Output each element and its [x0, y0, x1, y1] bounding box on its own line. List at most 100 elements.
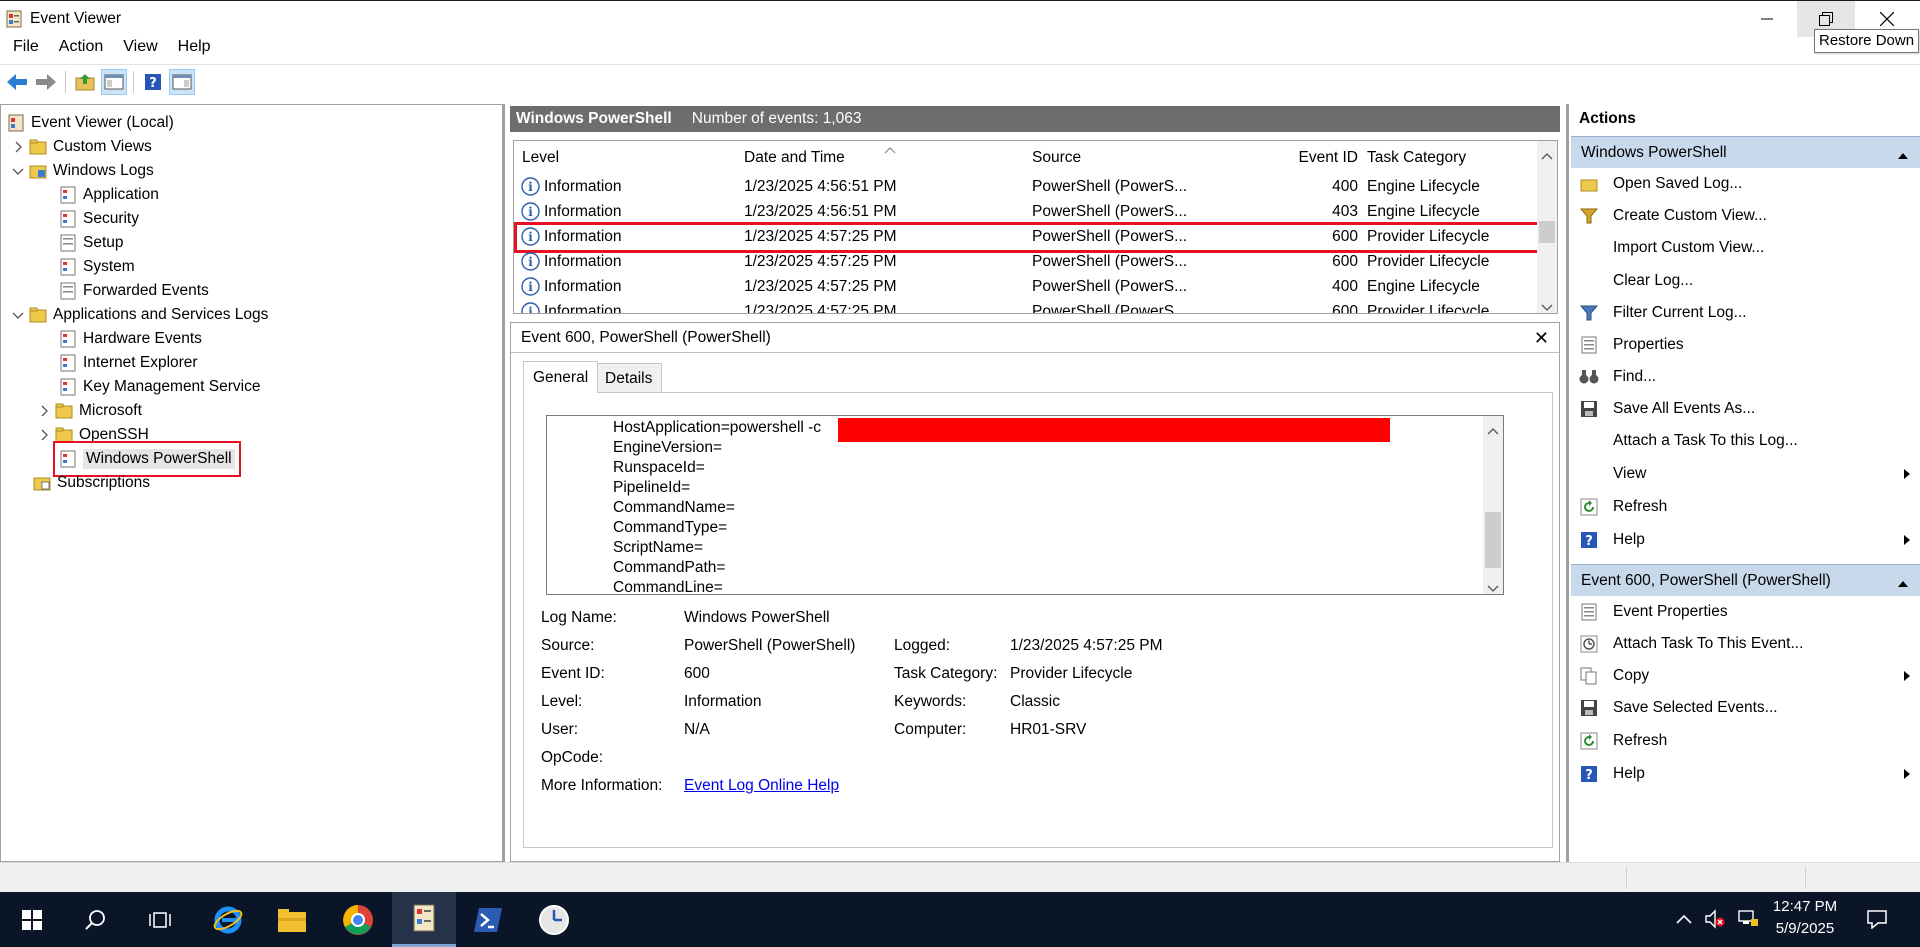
tree-application[interactable]: Application: [59, 183, 159, 207]
chevron-down-icon[interactable]: [11, 167, 25, 175]
collapse-icon[interactable]: [1897, 147, 1909, 165]
chevron-right-icon[interactable]: [37, 429, 51, 441]
forward-arrow-icon[interactable]: [33, 69, 59, 95]
tree-event-viewer-local[interactable]: Event Viewer (Local): [7, 111, 174, 135]
tree-windows-logs[interactable]: Windows Logs: [11, 159, 154, 183]
action-import-custom-view[interactable]: Import Custom View...: [1571, 233, 1920, 263]
information-icon: i: [521, 252, 540, 271]
scroll-down-icon[interactable]: [1487, 580, 1499, 594]
scrollbar-thumb[interactable]: [1539, 221, 1555, 243]
action-refresh-event[interactable]: Refresh: [1571, 726, 1920, 756]
up-folder-icon[interactable]: [72, 69, 98, 95]
event-row[interactable]: i Information 1/23/2025 4:57:25 PM Power…: [514, 275, 1539, 300]
tree-internet-explorer[interactable]: Internet Explorer: [59, 351, 198, 375]
action-view[interactable]: View: [1571, 459, 1920, 489]
toolbar-separator: [65, 70, 66, 93]
column-header-task-category[interactable]: Task Category: [1367, 141, 1537, 175]
information-icon: i: [521, 277, 540, 296]
column-header-source[interactable]: Source: [1032, 141, 1194, 175]
column-header-event-id[interactable]: Event ID: [1194, 141, 1364, 175]
event-row[interactable]: i Information 1/23/2025 4:56:51 PM Power…: [514, 200, 1539, 225]
menu-bar: File Action View Help: [0, 36, 1920, 62]
tree-applications-services-logs[interactable]: Applications and Services Logs: [11, 303, 268, 327]
action-open-saved-log[interactable]: Open Saved Log...: [1571, 169, 1920, 199]
scroll-down-icon[interactable]: [1541, 299, 1553, 313]
action-save-selected-events[interactable]: Save Selected Events...: [1571, 693, 1920, 723]
event-row[interactable]: i Information 1/23/2025 4:56:51 PM Power…: [514, 175, 1539, 200]
action-attach-task-to-log[interactable]: Attach a Task To this Log...: [1571, 426, 1920, 456]
chrome-icon[interactable]: [326, 892, 390, 947]
column-header-level[interactable]: Level: [522, 141, 740, 175]
minimize-button[interactable]: [1738, 1, 1796, 37]
event-row-selected[interactable]: i Information 1/23/2025 4:57:25 PM Power…: [514, 222, 1545, 253]
tree-microsoft[interactable]: Microsoft: [37, 399, 142, 423]
search-icon[interactable]: [64, 892, 128, 947]
taskbar-time[interactable]: 12:47 PM: [1770, 898, 1840, 915]
actions-group-event-600[interactable]: Event 600, PowerShell (PowerShell): [1571, 564, 1920, 596]
action-clear-log[interactable]: Clear Log...: [1571, 266, 1920, 296]
action-attach-task-to-event[interactable]: Attach Task To This Event...: [1571, 629, 1920, 659]
file-explorer-icon[interactable]: [260, 892, 324, 947]
clock-app-icon[interactable]: [522, 892, 586, 947]
tree-system[interactable]: System: [59, 255, 135, 279]
scroll-up-icon[interactable]: [1487, 422, 1499, 440]
event-log-online-help-link[interactable]: Event Log Online Help: [684, 777, 839, 795]
action-filter-current-log[interactable]: Filter Current Log...: [1571, 298, 1920, 328]
action-help-event[interactable]: ? Help: [1571, 759, 1920, 789]
window-title: Event Viewer: [30, 10, 122, 27]
event-viewer-taskbar-icon[interactable]: [392, 892, 456, 947]
action-refresh[interactable]: Refresh: [1571, 492, 1920, 522]
taskbar-date[interactable]: 5/9/2025: [1770, 920, 1840, 937]
event-message-box[interactable]: HostApplication=powershell -c EngineVers…: [546, 415, 1504, 595]
close-icon[interactable]: ✕: [1534, 328, 1549, 349]
action-save-all-events-as[interactable]: Save All Events As...: [1571, 394, 1920, 424]
collapse-icon[interactable]: [1897, 575, 1909, 593]
menu-view[interactable]: View: [113, 36, 167, 62]
column-header-date-time[interactable]: Date and Time: [744, 141, 1029, 175]
action-find[interactable]: Find...: [1571, 362, 1920, 392]
event-row[interactable]: i Information 1/23/2025 4:57:25 PM Power…: [514, 250, 1539, 275]
action-help[interactable]: ? Help: [1571, 525, 1920, 555]
notifications-icon[interactable]: [1866, 909, 1888, 934]
chevron-down-icon[interactable]: [11, 311, 25, 319]
message-scrollbar[interactable]: [1483, 416, 1503, 594]
chevron-right-icon[interactable]: [37, 405, 51, 417]
value-task-category: Provider Lifecycle: [1010, 665, 1133, 682]
tab-general[interactable]: General: [523, 361, 599, 393]
help-icon[interactable]: ?: [140, 69, 166, 95]
back-arrow-icon[interactable]: [4, 69, 30, 95]
network-icon[interactable]: [1737, 909, 1759, 934]
task-view-icon[interactable]: [128, 892, 192, 947]
action-create-custom-view[interactable]: Create Custom View...: [1571, 201, 1920, 231]
events-list-scrollbar[interactable]: [1537, 141, 1557, 313]
actions-group-windows-powershell[interactable]: Windows PowerShell: [1571, 136, 1920, 168]
tree-setup[interactable]: Setup: [59, 231, 124, 255]
start-windows-icon[interactable]: [0, 892, 64, 947]
menu-action[interactable]: Action: [49, 36, 113, 62]
tree-hardware-events[interactable]: Hardware Events: [59, 327, 202, 351]
tree-forwarded-events[interactable]: Forwarded Events: [59, 279, 209, 303]
menu-help[interactable]: Help: [168, 36, 221, 62]
tab-details[interactable]: Details: [595, 363, 663, 393]
tree-key-management-service[interactable]: Key Management Service: [59, 375, 260, 399]
volume-muted-icon[interactable]: [1704, 909, 1726, 934]
action-copy[interactable]: Copy: [1571, 661, 1920, 691]
chevron-right-icon[interactable]: [11, 141, 25, 153]
svg-text:i: i: [528, 180, 533, 194]
tree-security[interactable]: Security: [59, 207, 139, 231]
tray-chevron-up-icon[interactable]: [1676, 912, 1692, 930]
save-icon: [1579, 399, 1599, 419]
show-hide-action-pane-icon[interactable]: [169, 68, 195, 95]
action-event-properties[interactable]: Event Properties: [1571, 597, 1920, 627]
powershell-icon[interactable]: [456, 892, 520, 947]
scrollbar-thumb[interactable]: [1485, 512, 1501, 568]
folder-icon: [29, 162, 47, 180]
tree-custom-views[interactable]: Custom Views: [11, 135, 152, 159]
internet-explorer-icon[interactable]: [196, 892, 260, 947]
tree-subscriptions[interactable]: Subscriptions: [33, 471, 150, 495]
show-hide-console-tree-icon[interactable]: [101, 68, 127, 95]
menu-file[interactable]: File: [3, 36, 49, 62]
event-row[interactable]: i Information 1/23/2025 4:57:25 PM Power…: [514, 300, 1539, 313]
scroll-up-icon[interactable]: [1541, 147, 1553, 165]
action-properties[interactable]: Properties: [1571, 330, 1920, 360]
